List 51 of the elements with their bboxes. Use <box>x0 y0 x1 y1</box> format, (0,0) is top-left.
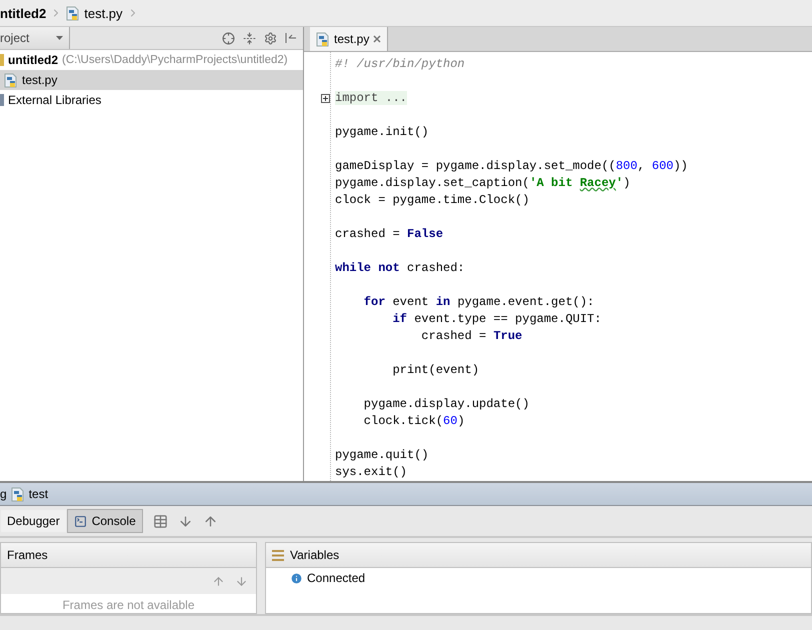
panel-title: Variables <box>290 548 340 562</box>
code-line: clock.tick(60) <box>362 413 466 430</box>
expand-icon[interactable] <box>321 94 330 103</box>
code-line: pygame.quit() <box>335 447 430 464</box>
info-icon <box>290 572 303 584</box>
breadcrumb-item[interactable]: ntitled2 <box>0 6 46 20</box>
down-arrow-icon[interactable] <box>235 574 248 588</box>
code-line: while not crashed: <box>335 260 466 277</box>
step-out-icon[interactable] <box>202 514 218 528</box>
project-path: (C:\Users\Daddy\PycharmProjects\untitled2) <box>62 54 288 66</box>
tree-item[interactable]: External Libraries <box>0 90 303 110</box>
editor-tab[interactable]: test.py <box>310 27 388 51</box>
debug-tab[interactable]: Console <box>66 509 143 533</box>
python-file-icon <box>10 486 25 502</box>
up-arrow-icon[interactable] <box>212 574 225 588</box>
empty-message: Frames are not available <box>61 597 196 612</box>
python-file-icon <box>4 72 18 88</box>
debug-tab[interactable]: Debugger <box>0 509 67 533</box>
debug-label: g <box>0 487 7 501</box>
code-line: sys.exit() <box>335 464 408 481</box>
panel-title: Frames <box>7 548 48 562</box>
tree-item[interactable]: test.py <box>0 70 303 90</box>
code-line: for event in pygame.event.get(): <box>362 294 596 311</box>
step-into-icon[interactable] <box>178 514 193 528</box>
folder-icon <box>0 54 4 66</box>
list-icon <box>272 550 284 560</box>
console-icon <box>74 514 87 528</box>
tree-item[interactable]: untitled2 (C:\Users\Daddy\PycharmProjects\untitled2) <box>0 50 303 70</box>
code-line: pygame.display.set_caption('A bit Racey') <box>335 175 632 192</box>
code-line: crashed = False <box>335 226 444 243</box>
library-icon <box>0 94 4 106</box>
code-line: pygame.init() <box>335 124 430 141</box>
python-file-icon <box>66 6 80 20</box>
code-line: if event.type == pygame.QUIT: <box>392 311 602 328</box>
run-config-name: test <box>28 487 48 501</box>
close-icon[interactable] <box>373 35 382 43</box>
code-line: clock = pygame.time.Clock() <box>335 192 530 209</box>
code-line: gameDisplay = pygame.display.set_mode((800, 600)) <box>335 158 688 175</box>
variable-item[interactable]: Connected <box>266 568 811 588</box>
view-selector[interactable]: roject <box>0 27 70 49</box>
hide-icon[interactable] <box>285 32 297 44</box>
settings-icon[interactable] <box>264 32 277 44</box>
code-line: crashed = True <box>420 328 524 345</box>
breadcrumb-item[interactable]: test.py <box>84 6 123 20</box>
code-line: print(event) <box>392 362 480 379</box>
collapse-icon[interactable] <box>243 32 256 44</box>
python-file-icon <box>316 32 330 46</box>
code-line: #! /usr/bin/python <box>335 56 466 73</box>
code-line: pygame.display.update() <box>362 396 530 413</box>
dropdown-icon <box>56 36 63 40</box>
locate-icon[interactable] <box>222 32 235 44</box>
